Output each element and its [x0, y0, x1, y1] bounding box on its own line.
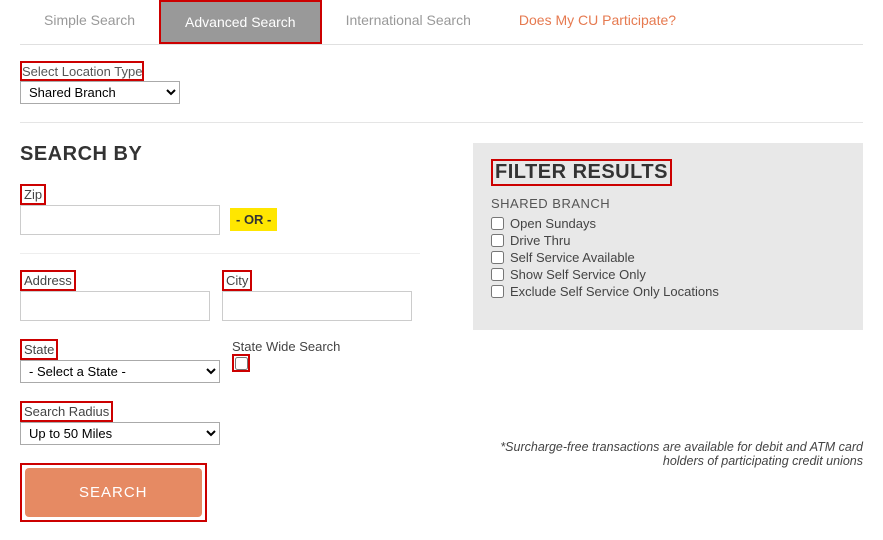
location-type-select[interactable]: Shared Branch	[20, 81, 180, 104]
tab-advanced-search[interactable]: Advanced Search	[161, 2, 320, 42]
state-wide-checkbox[interactable]	[235, 357, 248, 370]
search-by-heading: SEARCH BY	[20, 143, 443, 166]
city-input[interactable]	[222, 291, 412, 321]
filter-option-label: Self Service Available	[510, 250, 635, 265]
address-label: Address	[22, 272, 74, 289]
filter-checkbox-exclude-self-service[interactable]	[491, 285, 504, 298]
filter-list: Open Sundays Drive Thru Self Service Ava…	[491, 215, 845, 300]
filter-option: Exclude Self Service Only Locations	[491, 283, 845, 300]
filter-heading: FILTER RESULTS	[495, 161, 668, 184]
divider	[20, 122, 863, 123]
address-input[interactable]	[20, 291, 210, 321]
or-separator: - OR -	[230, 208, 277, 231]
filter-option: Drive Thru	[491, 232, 845, 249]
search-button[interactable]: SEARCH	[25, 468, 202, 517]
tabs: Simple Search Advanced Search Internatio…	[20, 0, 863, 45]
zip-label: Zip	[22, 186, 44, 203]
radius-label: Search Radius	[22, 403, 111, 420]
state-select[interactable]: - Select a State -	[20, 360, 220, 383]
footnote: *Surcharge-free transactions are availab…	[473, 440, 863, 468]
state-wide-label: State Wide Search	[232, 339, 340, 354]
city-label: City	[224, 272, 250, 289]
tab-simple-search[interactable]: Simple Search	[20, 0, 159, 44]
filter-panel: FILTER RESULTS SHARED BRANCH Open Sunday…	[473, 143, 863, 330]
location-type-label: Select Location Type	[22, 64, 142, 79]
radius-select[interactable]: Up to 50 Miles	[20, 422, 220, 445]
filter-checkbox-self-service-only[interactable]	[491, 268, 504, 281]
filter-option-label: Show Self Service Only	[510, 267, 646, 282]
tab-cu-participate[interactable]: Does My CU Participate?	[495, 0, 700, 44]
filter-checkbox-open-sundays[interactable]	[491, 217, 504, 230]
filter-subheading: SHARED BRANCH	[491, 196, 845, 211]
filter-option: Open Sundays	[491, 215, 845, 232]
filter-checkbox-self-service[interactable]	[491, 251, 504, 264]
tab-international-search[interactable]: International Search	[322, 0, 495, 44]
filter-checkbox-drive-thru[interactable]	[491, 234, 504, 247]
filter-option: Show Self Service Only	[491, 266, 845, 283]
zip-input[interactable]	[20, 205, 220, 235]
divider-thin	[20, 253, 420, 254]
state-label: State	[22, 341, 56, 358]
filter-option-label: Drive Thru	[510, 233, 570, 248]
filter-option: Self Service Available	[491, 249, 845, 266]
filter-option-label: Exclude Self Service Only Locations	[510, 284, 719, 299]
filter-option-label: Open Sundays	[510, 216, 596, 231]
